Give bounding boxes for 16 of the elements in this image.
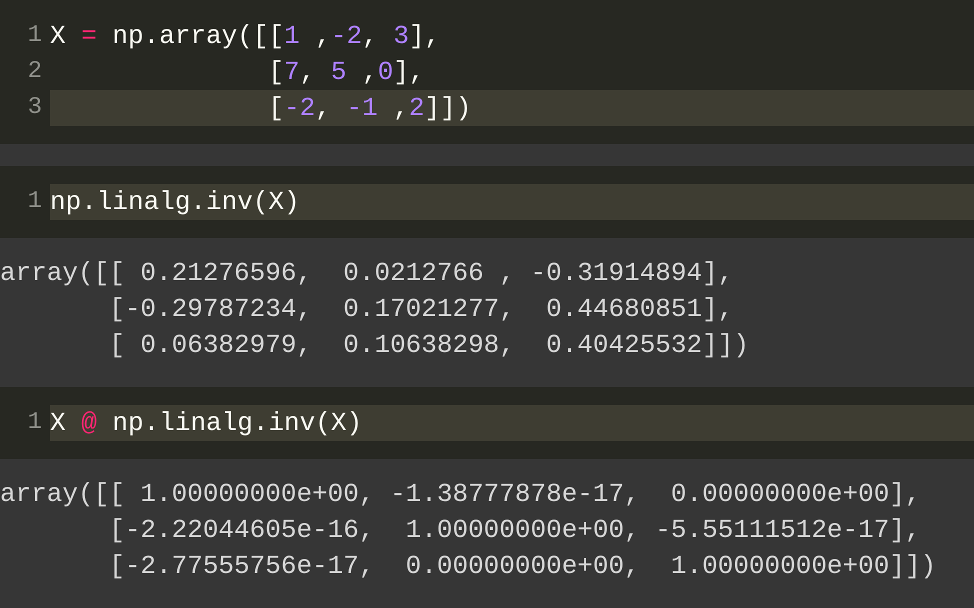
line-number: 1 — [26, 21, 43, 51]
line-number: 2 — [26, 57, 43, 87]
line-number: 3 — [26, 93, 43, 123]
output-line: [-0.29787234, 0.17021277, 0.44680851], — [108, 293, 734, 326]
output-line: array([[ 1.00000000e+00, -1.38777878e-17, 0.00000000e+00], — [0, 478, 921, 511]
code-cell[interactable]: 1 X @ np.linalg.inv(X) — [0, 387, 974, 459]
code-cell[interactable]: 1 np.linalg.inv(X) — [0, 166, 974, 238]
code-line: [7, 5 ,0], — [267, 56, 426, 89]
line-number: 1 — [26, 408, 43, 438]
output-line: [-2.77555756e-17, 0.00000000e+00, 1.00000000e+00]]) — [108, 550, 936, 583]
code-cell[interactable]: 1 X = np.array([[1 ,-2, 3], 2 [7, 5 ,0], 3 [-2, -1 ,2]]) — [0, 0, 974, 144]
code-line: X = np.array([[1 ,-2, 3], — [50, 20, 442, 53]
line-number: 1 — [26, 187, 43, 217]
output-line: [ 0.06382979, 0.10638298, 0.40425532]]) — [108, 329, 749, 362]
output-line: array([[ 0.21276596, 0.0212766 , -0.31914894], — [0, 257, 734, 290]
output-line: [-2.22044605e-16, 1.00000000e+00, -5.55111512e-17], — [108, 514, 921, 547]
